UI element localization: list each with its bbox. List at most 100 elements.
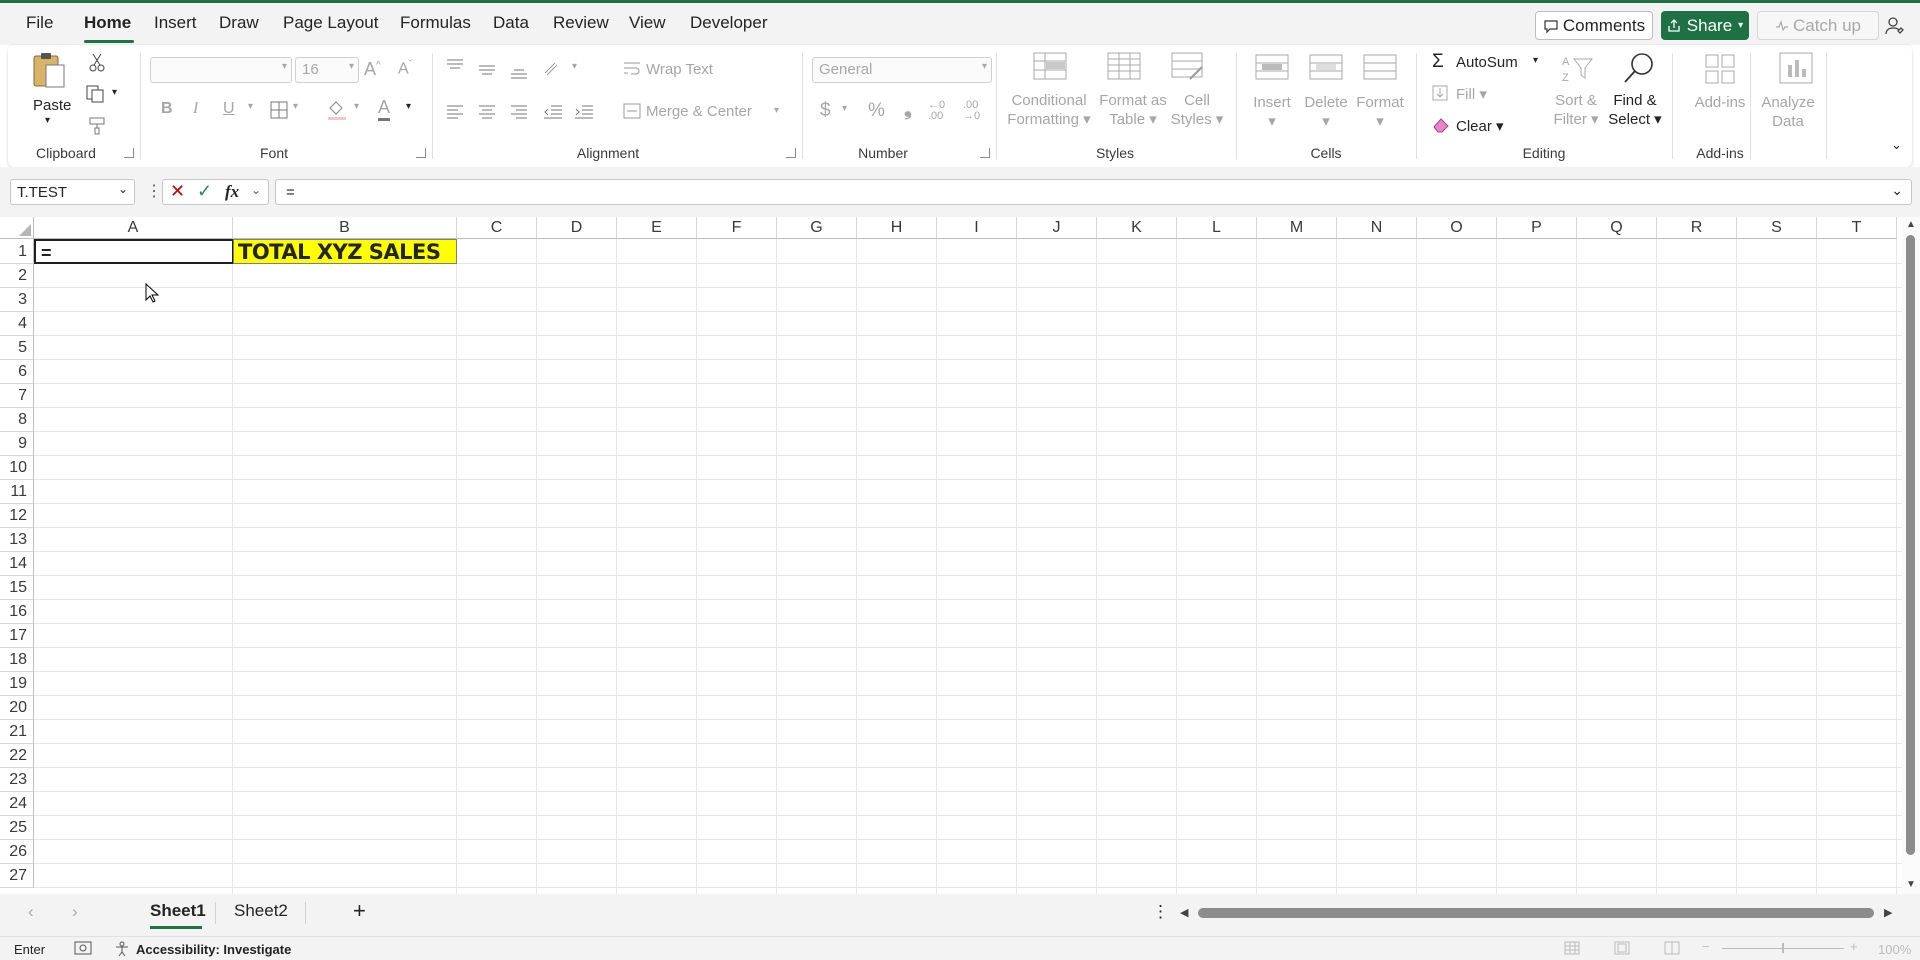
menu-developer[interactable]: Developer	[690, 13, 768, 33]
borders-icon[interactable]	[270, 101, 288, 119]
row-header-2[interactable]: 2	[0, 264, 34, 288]
row-header-27[interactable]: 27	[0, 864, 34, 888]
column-header-m[interactable]: M	[1257, 217, 1337, 239]
column-header-d[interactable]: D	[537, 217, 617, 239]
vertical-scroll-thumb[interactable]	[1906, 235, 1915, 855]
select-all-corner[interactable]	[0, 217, 34, 239]
align-bottom-icon[interactable]	[510, 67, 528, 81]
autosum-button[interactable]: AutoSum	[1456, 54, 1518, 71]
format-as-table-button[interactable]: Format as Table ▾	[1099, 91, 1167, 129]
insert-cells-button[interactable]: Insert ▾	[1253, 93, 1291, 131]
font-launcher-icon[interactable]	[416, 148, 426, 158]
row-header-11[interactable]: 11	[0, 480, 34, 504]
row-header-12[interactable]: 12	[0, 504, 34, 528]
percent-icon[interactable]: %	[868, 100, 885, 122]
column-header-p[interactable]: P	[1497, 217, 1577, 239]
row-header-1[interactable]: 1	[0, 239, 34, 264]
zoom-in-icon[interactable]: +	[1850, 939, 1858, 954]
sort-filter-button[interactable]: Sort & Filter ▾	[1553, 91, 1598, 129]
clear-button[interactable]: Clear ▾	[1456, 117, 1504, 135]
page-break-view-icon[interactable]	[1664, 941, 1680, 955]
row-header-8[interactable]: 8	[0, 408, 34, 432]
column-header-a[interactable]: A	[34, 217, 233, 239]
menu-page-layout[interactable]: Page Layout	[283, 13, 378, 33]
scroll-left-icon[interactable]: ◀	[1180, 906, 1188, 919]
font-name-dropdown[interactable]: ▾	[150, 57, 292, 83]
row-header-9[interactable]: 9	[0, 432, 34, 456]
column-header-s[interactable]: S	[1737, 217, 1817, 239]
conditional-formatting-icon[interactable]	[1032, 51, 1068, 81]
row-header-17[interactable]: 17	[0, 624, 34, 648]
number-format-dropdown[interactable]: General ▾	[812, 57, 992, 83]
chevron-down-icon[interactable]: ▾	[1533, 55, 1538, 66]
currency-icon[interactable]: $	[820, 100, 831, 122]
zoom-slider-thumb[interactable]	[1782, 943, 1784, 953]
share-button[interactable]: Share ▾	[1661, 11, 1749, 40]
row-header-21[interactable]: 21	[0, 720, 34, 744]
menu-data[interactable]: Data	[493, 13, 529, 33]
align-middle-icon[interactable]	[478, 63, 496, 77]
align-top-icon[interactable]	[446, 59, 464, 73]
align-left-icon[interactable]	[446, 105, 464, 119]
row-header-15[interactable]: 15	[0, 576, 34, 600]
sort-filter-icon[interactable]: AZ	[1560, 53, 1596, 85]
menu-file[interactable]: File	[26, 13, 53, 33]
eraser-icon[interactable]	[1432, 117, 1450, 133]
bold-icon[interactable]: B	[161, 100, 173, 118]
tab-sheet2[interactable]: Sheet2	[234, 901, 288, 921]
row-header-23[interactable]: 23	[0, 768, 34, 792]
menu-home[interactable]: Home	[84, 13, 131, 33]
row-header-5[interactable]: 5	[0, 336, 34, 360]
column-header-l[interactable]: L	[1177, 217, 1257, 239]
name-box[interactable]: T.TEST ⌄	[10, 179, 135, 205]
chevron-down-icon[interactable]: ▾	[774, 105, 779, 116]
cell-styles-icon[interactable]	[1170, 51, 1206, 81]
font-size-dropdown[interactable]: 16 ▾	[295, 57, 359, 83]
clipboard-launcher-icon[interactable]	[124, 148, 134, 158]
scissors-icon[interactable]	[88, 53, 106, 73]
add-ins-icon[interactable]	[1704, 53, 1736, 85]
column-header-j[interactable]: J	[1017, 217, 1097, 239]
accessibility-status[interactable]: Accessibility: Investigate	[136, 942, 291, 957]
vertical-scrollbar[interactable]: ▲ ▼	[1902, 217, 1920, 894]
fill-down-icon[interactable]	[1432, 85, 1448, 101]
scroll-down-icon[interactable]: ▼	[1906, 879, 1916, 890]
comma-style-icon[interactable]: ❟	[904, 98, 912, 121]
scroll-right-icon[interactable]: ▶	[1884, 906, 1892, 919]
accessibility-icon[interactable]	[114, 941, 130, 957]
chevron-down-icon[interactable]: ▾	[406, 101, 411, 112]
column-header-b[interactable]: B	[233, 217, 457, 239]
find-select-button[interactable]: Find & Select ▾	[1608, 91, 1661, 129]
menu-view[interactable]: View	[629, 13, 666, 33]
chevron-down-icon[interactable]: ▾	[45, 115, 50, 126]
underline-icon[interactable]: U	[223, 100, 235, 118]
row-header-13[interactable]: 13	[0, 528, 34, 552]
chevron-down-icon[interactable]: ▾	[248, 101, 253, 112]
menu-insert[interactable]: Insert	[154, 13, 197, 33]
row-header-16[interactable]: 16	[0, 600, 34, 624]
row-header-6[interactable]: 6	[0, 360, 34, 384]
insert-function-icon[interactable]: fx	[225, 182, 239, 202]
person-settings-button[interactable]	[1880, 12, 1910, 40]
add-sheet-icon[interactable]: +	[353, 898, 366, 924]
paste-button[interactable]	[30, 51, 68, 91]
collapse-ribbon-icon[interactable]: ⌄	[1891, 137, 1902, 153]
fill-button[interactable]: Fill ▾	[1456, 85, 1487, 103]
row-header-4[interactable]: 4	[0, 312, 34, 336]
chevron-down-icon[interactable]: ▾	[842, 103, 847, 114]
conditional-formatting-button[interactable]: Conditional Formatting ▾	[1007, 91, 1090, 129]
zoom-level[interactable]: 100%	[1878, 942, 1911, 957]
row-header-24[interactable]: 24	[0, 792, 34, 816]
menu-draw[interactable]: Draw	[219, 13, 259, 33]
column-header-h[interactable]: H	[857, 217, 937, 239]
orientation-icon[interactable]	[543, 59, 565, 77]
more-options-icon[interactable]: ⋮	[146, 181, 162, 201]
row-header-20[interactable]: 20	[0, 696, 34, 720]
column-header-c[interactable]: C	[457, 217, 537, 239]
delete-cells-icon[interactable]	[1308, 53, 1344, 83]
column-header-n[interactable]: N	[1337, 217, 1417, 239]
cell-b1[interactable]: TOTAL XYZ SALES	[233, 239, 457, 264]
decrease-indent-icon[interactable]	[543, 105, 563, 119]
add-ins-button[interactable]: Add-ins	[1695, 93, 1746, 112]
wrap-text-icon[interactable]	[623, 61, 641, 77]
